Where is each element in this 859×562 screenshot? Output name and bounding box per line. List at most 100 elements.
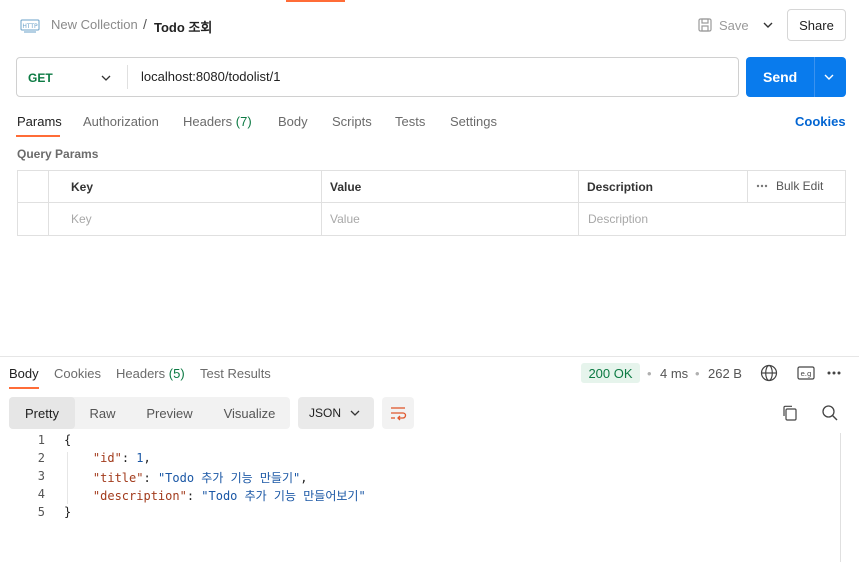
response-body-editor[interactable]: 1 { 2 "id": 1, 3 "title": "Todo 추가 기능 만들… (0, 433, 840, 562)
url-bar: GET localhost:8080/todolist/1 (16, 57, 739, 97)
copy-icon[interactable] (781, 404, 799, 422)
cookies-link[interactable]: Cookies (795, 114, 846, 129)
format-segmented-control: Pretty Raw Preview Visualize (9, 397, 290, 429)
tab-settings[interactable]: Settings (450, 114, 497, 129)
wrap-lines-icon (391, 407, 407, 421)
response-tab-test-results[interactable]: Test Results (200, 366, 271, 381)
code-brace: } (64, 505, 72, 519)
more-horizontal-icon[interactable] (826, 368, 842, 378)
line-number: 5 (37, 505, 45, 519)
language-select[interactable]: JSON (298, 397, 374, 429)
response-tab-body[interactable]: Body (9, 366, 39, 381)
tab-tests[interactable]: Tests (395, 114, 425, 129)
tab-headers-label: Headers (183, 114, 233, 129)
json-comma: , (143, 451, 151, 465)
table-row: Key Value Description (18, 203, 845, 235)
response-tab-underline (9, 387, 39, 389)
send-divider (814, 57, 815, 97)
format-raw[interactable]: Raw (75, 397, 130, 429)
vertical-scrollbar[interactable] (840, 433, 841, 562)
tab-scripts[interactable]: Scripts (332, 114, 372, 129)
meta-separator: • (695, 366, 700, 381)
save-button[interactable]: Save (697, 15, 749, 35)
column-value: Value (330, 180, 362, 194)
table-divider (747, 171, 748, 203)
tab-params[interactable]: Params (17, 114, 62, 129)
response-size[interactable]: 262 B (708, 366, 742, 381)
send-button[interactable]: Send (746, 57, 846, 97)
query-params-table: Key Value Description Bulk Edit Key Valu… (17, 170, 846, 236)
bulk-edit-button[interactable]: Bulk Edit (756, 179, 823, 193)
response-time[interactable]: 4 ms (660, 366, 688, 381)
indent-guide (67, 452, 68, 504)
column-description: Description (587, 180, 654, 194)
tab-headers-count: (7) (235, 114, 252, 129)
language-label: JSON (309, 406, 342, 420)
response-tab-headers[interactable]: Headers (5) (116, 366, 185, 381)
bulk-edit-label: Bulk Edit (776, 179, 824, 193)
response-tab-headers-count: (5) (168, 366, 185, 381)
chevron-down-icon[interactable] (823, 71, 835, 83)
method-select[interactable]: GET (28, 71, 53, 85)
code-line: 1 { (0, 433, 840, 451)
format-pretty[interactable]: Pretty (9, 397, 75, 429)
response-tab-headers-label: Headers (116, 366, 166, 381)
key-input[interactable]: Key (71, 203, 92, 235)
request-header: HTTP New Collection / Todo 조회 Save Share (0, 0, 859, 50)
json-value: 1 (136, 451, 144, 465)
response-tab-cookies[interactable]: Cookies (54, 366, 101, 381)
chevron-down-icon (350, 410, 360, 416)
wrap-lines-button[interactable] (382, 397, 414, 429)
code-line: 2 "id": 1, (0, 451, 840, 469)
format-preview[interactable]: Preview (130, 397, 209, 429)
json-key: "title" (92, 471, 144, 485)
breadcrumb-collection[interactable]: New Collection (51, 17, 138, 32)
code-line: 4 "description": "Todo 추가 기능 만들어보기" (0, 487, 840, 505)
code-line: 5 } (0, 505, 840, 523)
line-number: 1 (37, 433, 45, 447)
breadcrumb-separator: / (143, 16, 147, 32)
line-number: 4 (37, 487, 45, 501)
json-colon: : (186, 489, 202, 503)
tab-params-underline (16, 135, 60, 137)
request-title[interactable]: Todo 조회 (154, 17, 212, 36)
http-request-icon: HTTP (20, 19, 40, 33)
code-brace: { (64, 433, 72, 447)
json-key: "id" (92, 451, 122, 465)
description-input[interactable]: Description (588, 203, 648, 235)
save-response-icon[interactable]: e.g (797, 365, 815, 381)
code-text: { (64, 433, 71, 447)
more-horizontal-icon (756, 184, 768, 188)
json-colon: : (121, 451, 137, 465)
meta-separator: • (647, 366, 652, 381)
url-input[interactable]: localhost:8080/todolist/1 (141, 69, 280, 84)
search-icon[interactable] (821, 404, 839, 422)
line-number: 2 (37, 451, 45, 465)
json-value: "Todo 추가 기능 만들어보기" (201, 489, 366, 503)
json-colon: : (143, 471, 158, 485)
tab-headers[interactable]: Headers (7) (183, 114, 252, 129)
code-text: "description": "Todo 추가 기능 만들어보기" (64, 487, 366, 504)
globe-icon[interactable] (760, 364, 778, 382)
tab-authorization[interactable]: Authorization (83, 114, 159, 129)
code-line: 3 "title": "Todo 추가 기능 만들기", (0, 469, 840, 487)
format-visualize[interactable]: Visualize (209, 397, 290, 429)
send-label: Send (763, 69, 798, 85)
svg-text:HTTP: HTTP (22, 23, 38, 30)
save-label: Save (719, 17, 749, 33)
code-text: "id": 1, (64, 451, 151, 465)
line-number: 3 (37, 469, 45, 483)
tab-body[interactable]: Body (278, 114, 308, 129)
chevron-down-icon[interactable] (99, 71, 113, 85)
value-input[interactable]: Value (330, 203, 360, 235)
share-button[interactable]: Share (787, 9, 846, 41)
chevron-down-icon[interactable] (760, 17, 776, 33)
response-divider[interactable] (0, 356, 859, 357)
code-text: "title": "Todo 추가 기능 만들기", (64, 469, 308, 486)
status-badge[interactable]: 200 OK (581, 363, 640, 383)
json-key: "description" (92, 489, 187, 503)
query-params-title: Query Params (17, 147, 99, 161)
